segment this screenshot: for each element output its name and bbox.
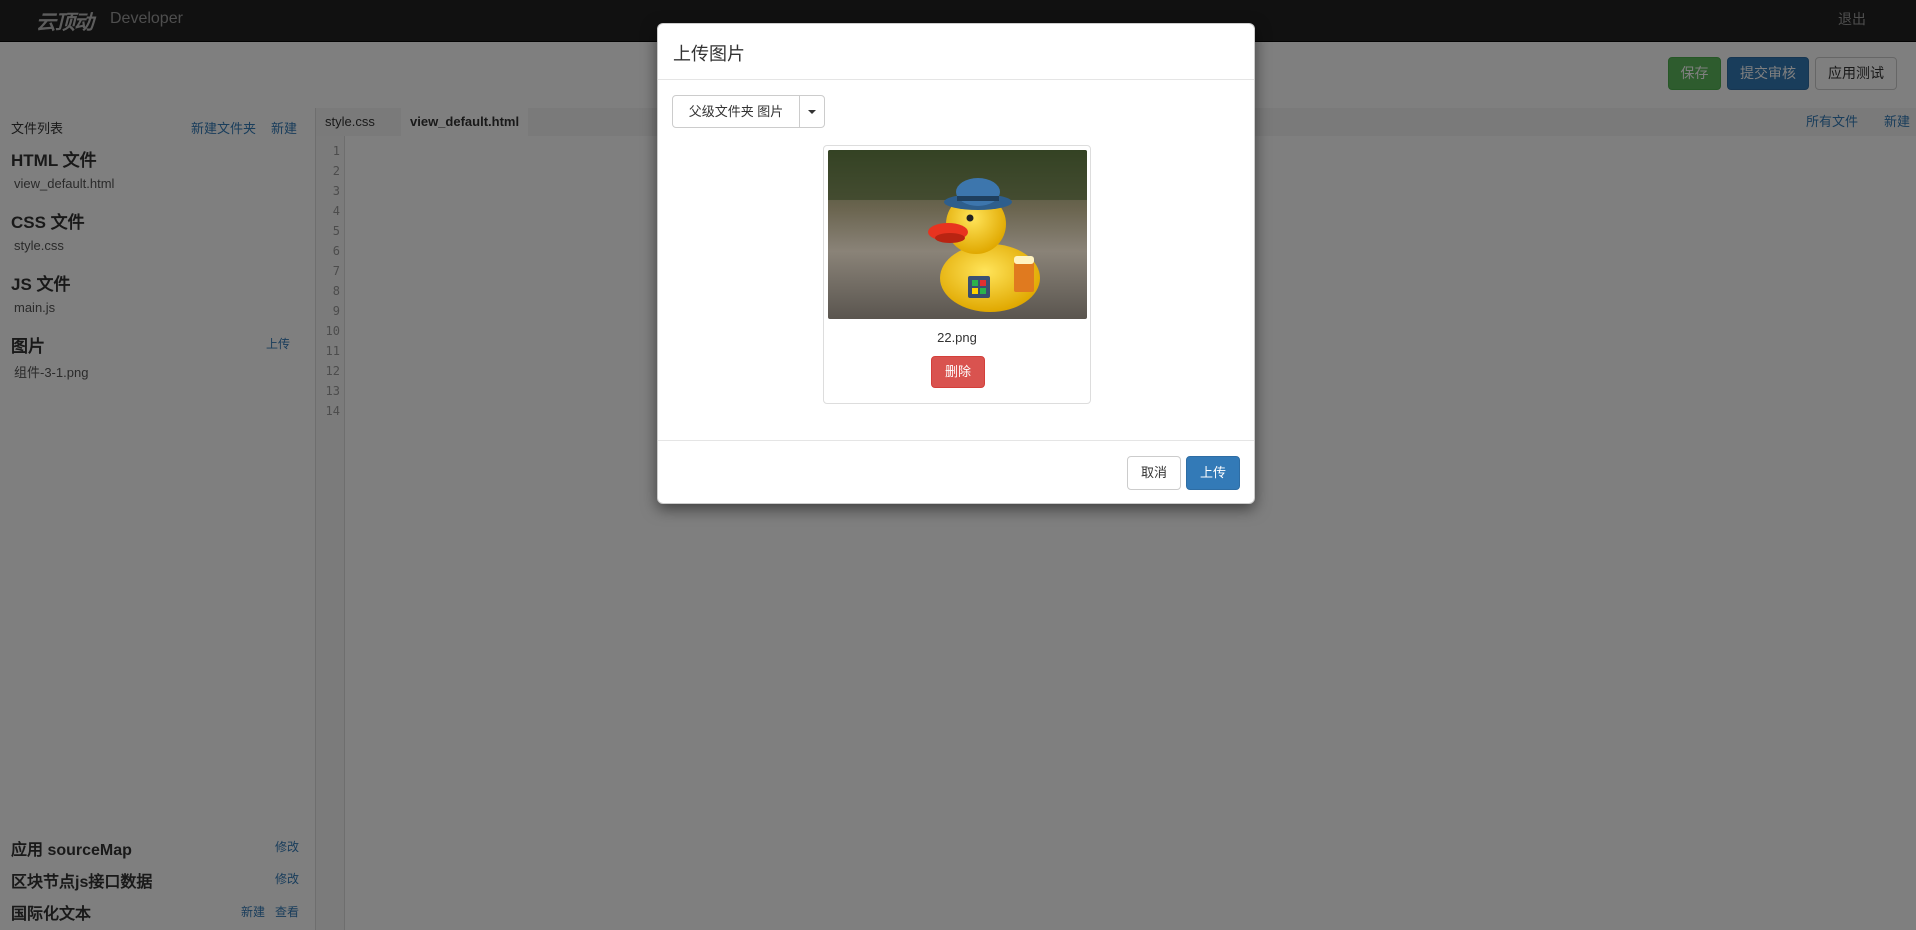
cancel-button[interactable]: 取消 xyxy=(1127,456,1181,490)
modal-footer-divider xyxy=(658,440,1254,441)
image-thumbnail-card: 22.png 删除 xyxy=(823,145,1091,404)
image-filename: 22.png xyxy=(937,330,977,345)
folder-dropdown-toggle[interactable] xyxy=(799,95,825,128)
upload-button[interactable]: 上传 xyxy=(1186,456,1240,490)
rubber-duck-image xyxy=(828,150,1087,319)
upload-image-modal: 上传图片 父级文件夹 图片 22.png 删除 取消 上传 xyxy=(657,23,1255,504)
delete-image-button[interactable]: 删除 xyxy=(931,356,985,388)
parent-folder-button[interactable]: 父级文件夹 图片 xyxy=(672,95,800,128)
caret-down-icon xyxy=(808,110,816,114)
modal-title: 上传图片 xyxy=(673,44,745,64)
modal-header-divider xyxy=(658,79,1254,80)
